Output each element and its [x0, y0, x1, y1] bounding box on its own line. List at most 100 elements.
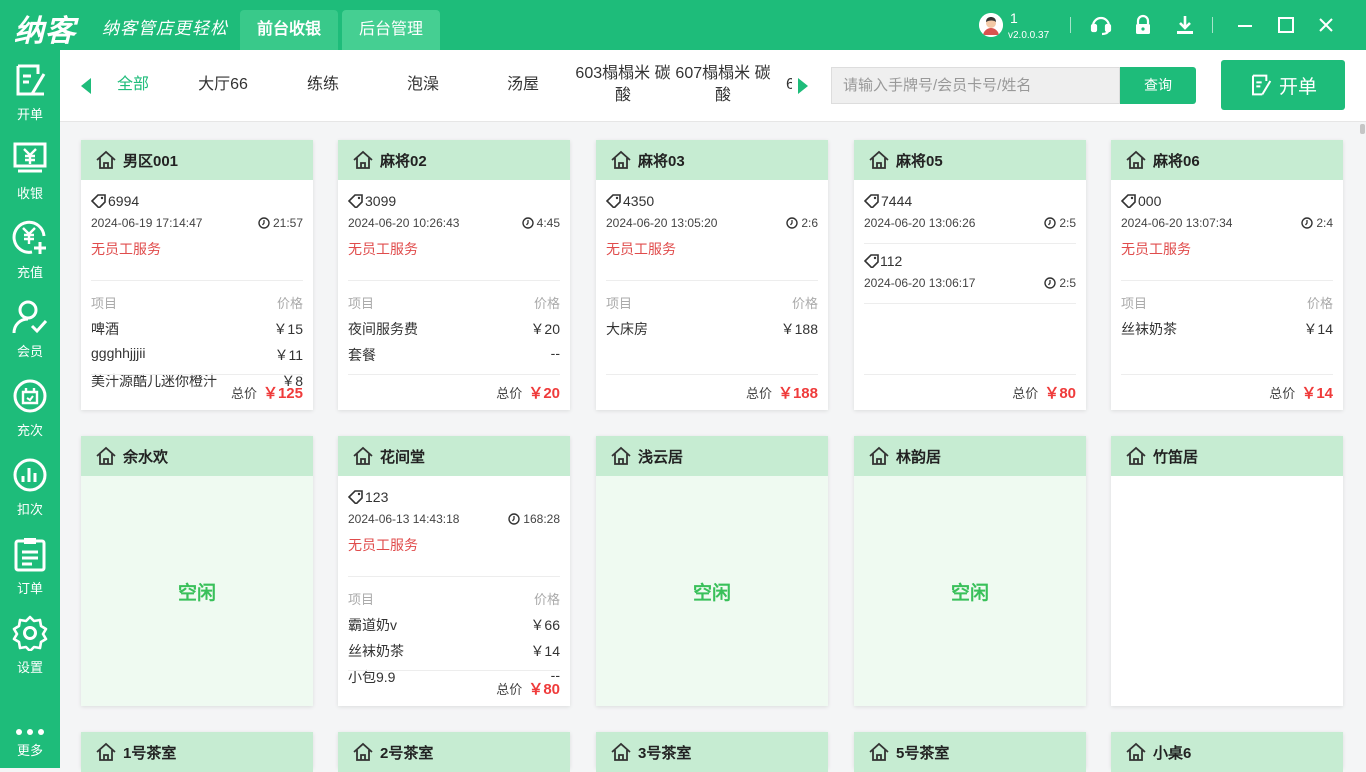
home-icon	[869, 446, 889, 465]
start-time: 2024-06-19 17:14:47	[91, 216, 203, 230]
room-name: 麻将02	[380, 152, 427, 170]
tab-back-office[interactable]: 后台管理	[342, 10, 441, 50]
card-total: 总价 ￥80	[348, 670, 560, 706]
room-card-header: 5号茶室	[854, 732, 1086, 772]
room-name: 男区001	[123, 152, 179, 170]
room-card[interactable]: 麻将05 7444 2024-06-20 13:06:26 2:5 112 202…	[854, 140, 1086, 410]
room-name: 麻将06	[1153, 152, 1200, 170]
room-card[interactable]: 小桌6	[1111, 732, 1343, 772]
room-card-header: 2号茶室	[338, 732, 570, 772]
tag-icon	[1121, 194, 1136, 208]
room-name: 麻将05	[896, 152, 943, 170]
staff-status: 无员工服务	[606, 239, 818, 281]
room-name: 浅云居	[638, 448, 684, 466]
category-tab[interactable]: 全部	[83, 62, 183, 108]
sidebar-item-recharge[interactable]: 充值	[0, 210, 60, 288]
duration: 2:5	[1059, 276, 1076, 290]
edit-note-icon	[16, 64, 46, 96]
hand-tag-number: 3099	[365, 193, 397, 209]
room-card[interactable]: 5号茶室	[854, 732, 1086, 772]
user-name: 1	[1010, 10, 1018, 26]
room-card[interactable]: 男区001 6994 2024-06-19 17:14:47 21:57 无员工服…	[81, 140, 313, 410]
sidebar-item-label: 扣次	[16, 502, 43, 517]
sidebar-item-open-order[interactable]: 开单	[0, 52, 60, 130]
download-icon[interactable]	[1173, 13, 1197, 37]
start-time: 2024-06-20 13:05:20	[606, 216, 718, 230]
home-icon	[1126, 742, 1146, 761]
search-input[interactable]	[831, 67, 1120, 104]
room-card[interactable]: 浅云居 空闲	[596, 436, 828, 706]
sidebar-item-label: 会员	[16, 344, 43, 359]
duration: 4:45	[536, 216, 560, 230]
sidebar-item-label: 更多	[16, 743, 43, 758]
sidebar-item-more[interactable]: 更多	[0, 690, 60, 768]
room-name: 3号茶室	[638, 744, 692, 762]
scroll-thumb[interactable]	[1360, 124, 1365, 134]
room-card[interactable]: 花间堂 123 2024-06-13 14:43:18 168:28 无员工服务 …	[338, 436, 570, 706]
sidebar-item-label: 充值	[16, 265, 43, 280]
room-card[interactable]: 1号茶室	[81, 732, 313, 772]
room-name: 2号茶室	[380, 744, 434, 762]
chevron-right-icon[interactable]	[797, 78, 809, 99]
hand-tag-number: 7444	[881, 193, 913, 209]
item-row: 套餐 --	[348, 345, 560, 363]
sidebar-item-label: 开单	[16, 107, 43, 122]
room-card[interactable]: 麻将06 000 2024-06-20 13:07:34 2:4 无员工服务 项目…	[1111, 140, 1343, 410]
room-card-header: 小桌6	[1111, 732, 1343, 772]
room-card[interactable]: 2号茶室	[338, 732, 570, 772]
home-icon	[869, 150, 889, 169]
item-row: 丝袜奶茶 ￥14	[348, 643, 560, 659]
tag-icon	[348, 194, 363, 208]
category-tab[interactable]: 大厅66	[173, 62, 273, 108]
divider	[864, 291, 1076, 304]
category-tab[interactable]: 汤屋	[473, 62, 573, 108]
category-tab[interactable]: 泡澡	[373, 62, 473, 108]
sidebar-item-orders[interactable]: 订单	[0, 526, 60, 604]
sidebar-item-label: 订单	[16, 581, 43, 596]
room-card[interactable]: 麻将03 4350 2024-06-20 13:05:20 2:6 无员工服务 项…	[596, 140, 828, 410]
lock-icon[interactable]	[1131, 13, 1155, 37]
hand-tag-number: 112	[880, 253, 903, 269]
room-card-header: 林韵居	[854, 436, 1086, 476]
hand-tag-number: 000	[1138, 193, 1162, 209]
category-tab[interactable]: 练练	[273, 62, 373, 108]
room-card-header: 麻将06	[1111, 140, 1343, 180]
room-card[interactable]: 麻将02 3099 2024-06-20 10:26:43 4:45 无员工服务 …	[338, 140, 570, 410]
clock-icon	[1044, 217, 1057, 229]
support-icon[interactable]	[1089, 13, 1113, 37]
total-amount: ￥188	[777, 385, 818, 402]
staff-status: 无员工服务	[348, 535, 560, 577]
total-amount: ￥20	[528, 385, 560, 402]
close-icon[interactable]	[1314, 13, 1338, 37]
minimize-icon[interactable]	[1233, 13, 1257, 37]
home-icon	[353, 742, 373, 761]
divider	[1070, 17, 1071, 33]
open-order-button[interactable]: 开单	[1221, 60, 1345, 110]
card-total: 总价 ￥125	[91, 374, 303, 410]
category-tab[interactable]: 6	[786, 62, 792, 108]
tab-front-cashier[interactable]: 前台收银	[240, 10, 339, 50]
item-row: ggghhjjjii ￥11	[91, 345, 303, 363]
item-column-header: 项目	[348, 296, 375, 311]
hand-tag-number: 6994	[108, 193, 140, 209]
tag-icon	[348, 490, 363, 504]
room-name: 林韵居	[896, 448, 942, 466]
sidebar-item-settings[interactable]: 设置	[0, 605, 60, 683]
room-card[interactable]: 余水欢 空闲	[81, 436, 313, 706]
room-card[interactable]: 竹笛居	[1111, 436, 1343, 706]
user-avatar[interactable]	[979, 13, 1003, 37]
idle-status: 空闲	[81, 476, 313, 706]
maximize-icon[interactable]	[1274, 13, 1298, 37]
sidebar-item-recharge-times[interactable]: 充次	[0, 368, 60, 446]
start-time: 2024-06-13 14:43:18	[348, 512, 460, 526]
sidebar-item-deduct-times[interactable]: 扣次	[0, 447, 60, 525]
category-tab[interactable]: 603榻榻米 碳酸	[573, 62, 673, 108]
room-card[interactable]: 林韵居 空闲	[854, 436, 1086, 706]
sidebar-item-cashier[interactable]: 收银	[0, 131, 60, 209]
category-tab[interactable]: 607榻榻米 碳酸	[673, 62, 773, 108]
scrollbar[interactable]	[1359, 122, 1366, 768]
home-icon	[1126, 446, 1146, 465]
room-card[interactable]: 3号茶室	[596, 732, 828, 772]
search-button[interactable]: 查询	[1120, 67, 1196, 104]
sidebar-item-member[interactable]: 会员	[0, 289, 60, 367]
